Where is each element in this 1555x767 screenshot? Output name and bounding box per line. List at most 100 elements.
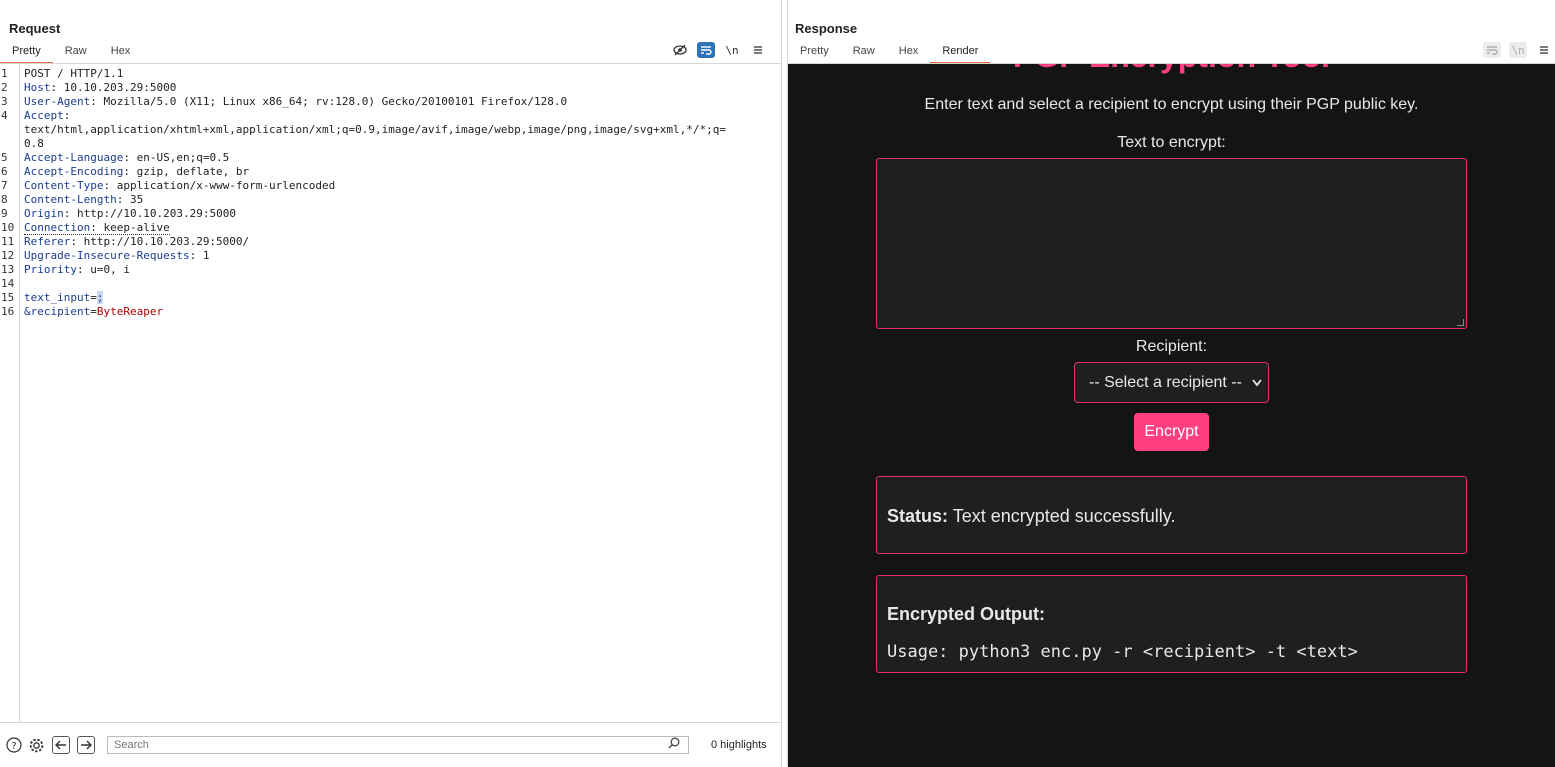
request-panel: Request Pretty Raw Hex \n 1 POST / HTTP/1… bbox=[0, 0, 781, 767]
help-icon[interactable]: ? bbox=[5, 736, 23, 754]
request-title: Request bbox=[9, 21, 61, 36]
line-number: 5 bbox=[1, 151, 8, 164]
request-lines: 1 POST / HTTP/1.1 2 Host: 10.10.203.29:5000… bbox=[0, 67, 781, 319]
line-number: 11 bbox=[1, 235, 15, 248]
previous-arrow-icon[interactable] bbox=[52, 736, 70, 754]
header-value: en-US,en;q=0.5 bbox=[129, 151, 230, 164]
menu-icon[interactable] bbox=[749, 42, 767, 58]
line-content: Accept-Encoding: gzip, deflate, br bbox=[24, 165, 250, 178]
request-line: text/html,application/xhtml+xml,applicat… bbox=[0, 123, 781, 137]
response-tabs: Pretty Raw Hex Render bbox=[788, 42, 991, 64]
header-key: Referer bbox=[24, 235, 71, 248]
line-content: Referer: http://10.10.203.29:5000/ bbox=[24, 235, 250, 248]
response-tab-render[interactable]: Render bbox=[930, 42, 991, 64]
request-line: 11 Referer: http://10.10.203.29:5000/ bbox=[0, 235, 781, 249]
line-content: Accept-Language: en-US,en;q=0.5 bbox=[24, 151, 230, 164]
request-line: 13 Priority: u=0, i bbox=[0, 263, 781, 277]
newline-icon[interactable]: \n bbox=[723, 42, 741, 58]
render-heading: PGP Encryption Tool bbox=[788, 64, 1555, 75]
response-title: Response bbox=[795, 21, 858, 36]
line-number: 2 bbox=[1, 81, 8, 94]
header-key: Accept-Encoding bbox=[24, 165, 124, 178]
line-content: &recipient=ByteReaper bbox=[24, 305, 164, 318]
word-wrap-icon[interactable] bbox=[697, 42, 715, 58]
line-number bbox=[0, 123, 20, 137]
header-value: 35 bbox=[123, 193, 144, 206]
header-key: Accept bbox=[24, 109, 64, 122]
svg-text:?: ? bbox=[11, 741, 16, 752]
request-tab-raw[interactable]: Raw bbox=[53, 42, 99, 64]
header-value: 10.10.203.29:5000 bbox=[57, 81, 177, 94]
line-text: POST / HTTP/1.1 bbox=[24, 67, 124, 80]
header-value: http://10.10.203.29:5000 bbox=[70, 207, 236, 220]
hide-non-printable-icon[interactable] bbox=[671, 42, 689, 58]
request-tab-pretty[interactable]: Pretty bbox=[0, 42, 53, 64]
search-icon[interactable] bbox=[668, 737, 680, 752]
panel-splitter[interactable] bbox=[781, 0, 788, 767]
request-tab-hex[interactable]: Hex bbox=[99, 42, 143, 64]
line-number: 9 bbox=[1, 207, 8, 220]
header-value: u=0, i bbox=[83, 263, 130, 276]
request-line: 16 &recipient=ByteReaper bbox=[0, 305, 781, 319]
recipient-select[interactable]: -- Select a recipient -- bbox=[1074, 362, 1269, 403]
line-number: 7 bbox=[1, 179, 8, 192]
param-value: ; bbox=[96, 291, 104, 304]
request-line: 1 POST / HTTP/1.1 bbox=[0, 67, 781, 81]
line-content: Origin: http://10.10.203.29:5000 bbox=[24, 207, 236, 220]
line-content: Connection: keep-alive bbox=[24, 221, 170, 235]
line-number: 6 bbox=[1, 165, 8, 178]
request-toolbar: \n bbox=[671, 42, 767, 58]
encrypt-button[interactable]: Encrypt bbox=[1134, 413, 1209, 451]
line-number: 8 bbox=[1, 193, 8, 206]
header-value: gzip, deflate, br bbox=[129, 165, 250, 178]
request-line: 10 Connection: keep-alive bbox=[0, 221, 781, 235]
search-input[interactable] bbox=[107, 736, 689, 754]
settings-gear-icon[interactable] bbox=[27, 736, 45, 754]
header-value: application/x-www-form-urlencoded bbox=[110, 179, 336, 192]
line-number: 1 bbox=[1, 67, 8, 80]
line-text: text/html,application/xhtml+xml,applicat… bbox=[24, 123, 726, 136]
line-content: Upgrade-Insecure-Requests: 1 bbox=[24, 249, 210, 262]
line-number: 3 bbox=[1, 95, 8, 108]
newline-icon[interactable]: \n bbox=[1509, 42, 1527, 58]
response-tab-pretty[interactable]: Pretty bbox=[788, 42, 841, 64]
response-tab-raw[interactable]: Raw bbox=[841, 42, 887, 64]
word-wrap-icon[interactable] bbox=[1483, 42, 1501, 58]
encrypted-output-box: Encrypted Output: Usage: python3 enc.py … bbox=[876, 575, 1467, 673]
highlights-count: 0 highlights bbox=[711, 739, 767, 751]
recipient-label: Recipient: bbox=[1135, 338, 1208, 355]
line-content: Content-Type: application/x-www-form-url… bbox=[24, 179, 336, 192]
resize-grip-icon[interactable] bbox=[1457, 319, 1464, 326]
request-line: 8 Content-Length: 35 bbox=[0, 193, 781, 207]
line-number: 14 bbox=[1, 277, 15, 290]
app-root: Request Pretty Raw Hex \n 1 POST / HTTP/1… bbox=[0, 0, 1555, 767]
line-content: 0.8 bbox=[20, 137, 44, 151]
header-key: User-Agent bbox=[24, 95, 91, 108]
param-value: ByteReaper bbox=[96, 305, 164, 318]
request-editor[interactable]: 1 POST / HTTP/1.1 2 Host: 10.10.203.29:5000… bbox=[0, 64, 781, 722]
line-content bbox=[20, 277, 24, 291]
line-content: text/html,application/xhtml+xml,applicat… bbox=[20, 123, 726, 137]
line-number: 10 bbox=[1, 221, 15, 234]
param-name: &recipient bbox=[24, 305, 91, 318]
menu-icon[interactable] bbox=[1535, 42, 1553, 58]
next-arrow-icon[interactable] bbox=[77, 736, 95, 754]
render-view: PGP Encryption Tool Enter text and selec… bbox=[788, 64, 1555, 767]
chevron-down-icon bbox=[1252, 374, 1262, 390]
line-number: 12 bbox=[1, 249, 15, 262]
request-tabs: Pretty Raw Hex bbox=[0, 42, 142, 64]
line-content: Host: 10.10.203.29:5000 bbox=[24, 81, 177, 94]
status-text: Text encrypted successfully. bbox=[948, 506, 1176, 526]
response-toolbar: \n bbox=[1483, 42, 1553, 58]
line-number bbox=[0, 137, 20, 151]
response-tab-hex[interactable]: Hex bbox=[887, 42, 931, 64]
request-line: 14 bbox=[0, 277, 781, 291]
line-number: 15 bbox=[1, 291, 15, 304]
request-line: 7 Content-Type: application/x-www-form-ur… bbox=[0, 179, 781, 193]
request-line: 3 User-Agent: Mozilla/5.0 (X11; Linux x86… bbox=[0, 95, 781, 109]
text-to-encrypt-textarea[interactable] bbox=[876, 158, 1467, 329]
text-to-encrypt-label: Text to encrypt: bbox=[1117, 134, 1226, 151]
header-value: keep-alive bbox=[96, 221, 170, 234]
line-content: Accept: bbox=[24, 109, 71, 122]
line-content: Priority: u=0, i bbox=[24, 263, 130, 276]
